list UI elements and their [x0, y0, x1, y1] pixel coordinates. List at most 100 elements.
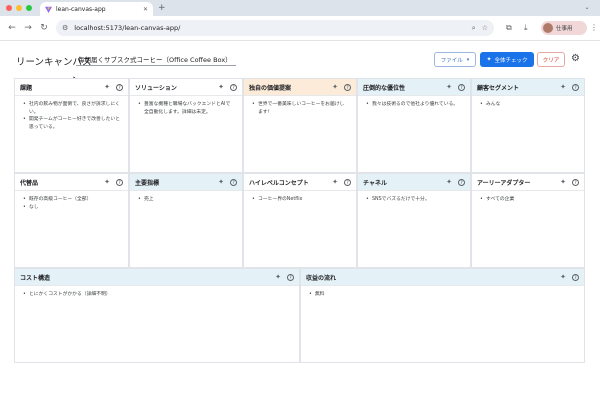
- cell-solution[interactable]: ソリューション ✦ ? 豊富な機種と職場なバックエンドとAIで全自動化します。詳…: [129, 78, 243, 173]
- cell-title: 代替品: [20, 179, 39, 187]
- list-item[interactable]: 社内の飲み物が面倒で、良さが訴求しにくい。: [23, 101, 120, 116]
- sparkle-icon[interactable]: ✦: [332, 178, 338, 186]
- url-text[interactable]: localhost:5173/lean-canvas-app/: [74, 24, 466, 32]
- reload-icon[interactable]: ↻: [38, 22, 50, 34]
- cell-early-adopters[interactable]: アーリーアダプター ✦ ? すべての企業: [471, 173, 585, 268]
- chevron-down-icon[interactable]: ⌄: [582, 3, 592, 13]
- close-tab-icon[interactable]: ✕: [143, 6, 148, 13]
- list-item[interactable]: 世界で一番美味しいコーヒーをお届けします！: [252, 101, 348, 116]
- help-icon[interactable]: ?: [572, 178, 579, 186]
- list-item[interactable]: コーヒー界のNetflix: [252, 196, 348, 204]
- list-item[interactable]: 既存の高級コーヒー（全部）: [23, 196, 120, 204]
- overall-check-button[interactable]: ✦ 全体チェック: [480, 52, 534, 67]
- list-item[interactable]: 売上: [138, 196, 234, 204]
- sparkle-icon[interactable]: ✦: [104, 178, 110, 186]
- cell-problem[interactable]: 課題 ✦ ? 社内の飲み物が面倒で、良さが訴求しにくい。 開発チームがコーヒー好…: [14, 78, 129, 173]
- site-info-icon[interactable]: ⚙: [62, 24, 68, 32]
- list-item[interactable]: 開発チームがコーヒー好きで改善したいと思っている。: [23, 116, 120, 131]
- cell-unique-value-proposition[interactable]: 独自の価値提案 ✦ ? 世界で一番美味しいコーヒーをお届けします！: [243, 78, 357, 173]
- cell-high-level-concept[interactable]: ハイレベルコンセプト ✦ ? コーヒー界のNetflix: [243, 173, 357, 268]
- help-icon[interactable]: ?: [287, 273, 294, 281]
- product-name-input[interactable]: [76, 52, 236, 66]
- gear-icon[interactable]: ⚙: [571, 53, 580, 65]
- file-button-label: ファイル: [440, 57, 463, 64]
- list-item[interactable]: みんな: [480, 101, 576, 109]
- cell-header: 主要指標 ✦ ?: [130, 174, 242, 191]
- help-icon[interactable]: ?: [344, 178, 351, 186]
- zoom-icon[interactable]: ⌕: [472, 24, 476, 33]
- list-item[interactable]: 豊富な機種と職場なバックエンドとAIで全自動化します。詳細は未定。: [138, 101, 234, 116]
- sparkle-icon[interactable]: ✦: [104, 83, 110, 91]
- back-icon[interactable]: ←: [6, 22, 18, 34]
- cell-channels[interactable]: チャネル ✦ ? SNSでバズるだけで十分。: [357, 173, 471, 268]
- sparkle-icon[interactable]: ✦: [560, 178, 566, 186]
- cell-cost-structure[interactable]: コスト構造 ✦ ? とにかくコストがかかる（詳細不明）: [14, 268, 300, 363]
- check-button-label: 全体チェック: [494, 57, 528, 64]
- new-tab-button[interactable]: +: [158, 2, 166, 14]
- window-controls: [6, 5, 32, 11]
- help-icon[interactable]: ?: [458, 83, 465, 91]
- help-icon[interactable]: ?: [230, 83, 237, 91]
- cell-header: 顧客セグメント ✦ ?: [472, 79, 584, 96]
- list-item[interactable]: とにかくコストがかかる（詳細不明）: [23, 291, 291, 299]
- cell-header: 代替品 ✦ ?: [15, 174, 128, 191]
- tab-title: lean-canvas-app: [56, 5, 106, 13]
- list-item[interactable]: なし: [23, 204, 120, 212]
- close-window-button[interactable]: [6, 5, 12, 11]
- sparkle-icon[interactable]: ✦: [446, 178, 452, 186]
- help-icon[interactable]: ?: [230, 178, 237, 186]
- cell-unfair-advantage[interactable]: 圧倒的な優位性 ✦ ? 我々は技術るので他社より優れている。: [357, 78, 471, 173]
- cell-title: 課題: [20, 84, 33, 92]
- extensions-icon[interactable]: ⧉: [506, 22, 512, 34]
- help-icon[interactable]: ?: [458, 178, 465, 186]
- help-icon[interactable]: ?: [116, 178, 123, 186]
- sparkle-icon[interactable]: ✦: [446, 83, 452, 91]
- maximize-window-button[interactable]: [26, 5, 32, 11]
- cell-title: ハイレベルコンセプト: [249, 179, 309, 187]
- cell-header: ハイレベルコンセプト ✦ ?: [244, 174, 356, 191]
- cell-header: 収益の流れ ✦ ?: [301, 269, 584, 286]
- cell-revenue-streams[interactable]: 収益の流れ ✦ ? 無料: [300, 268, 585, 363]
- file-menu-button[interactable]: ファイル ▾: [434, 52, 476, 67]
- cell-title: 主要指標: [135, 179, 160, 187]
- browser-tab[interactable]: lean-canvas-app ✕: [40, 2, 153, 16]
- cell-title: 顧客セグメント: [477, 84, 520, 92]
- browser-tabbar: lean-canvas-app ✕ + ⌄: [0, 0, 600, 16]
- cell-header: コスト構造 ✦ ?: [15, 269, 299, 286]
- sparkle-icon[interactable]: ✦: [218, 83, 224, 91]
- address-bar[interactable]: ⚙ localhost:5173/lean-canvas-app/ ⌕ ☆: [56, 20, 494, 36]
- list-item[interactable]: 無料: [309, 291, 576, 299]
- avatar: [543, 23, 553, 33]
- browser-menu-icon[interactable]: ⋮: [590, 22, 598, 34]
- cell-title: 独自の価値提案: [249, 84, 292, 92]
- sparkle-icon[interactable]: ✦: [218, 178, 224, 186]
- cell-header: チャネル ✦ ?: [358, 174, 470, 191]
- list-item[interactable]: 我々は技術るので他社より優れている。: [366, 101, 462, 109]
- list-item[interactable]: すべての企業: [480, 196, 576, 204]
- clear-button[interactable]: クリア: [537, 52, 565, 67]
- cell-title: ソリューション: [135, 84, 177, 92]
- help-icon[interactable]: ?: [344, 83, 351, 91]
- vite-icon: [45, 6, 52, 13]
- profile-button[interactable]: 仕事用: [541, 21, 587, 35]
- cell-header: ソリューション ✦ ?: [130, 79, 242, 96]
- help-icon[interactable]: ?: [572, 83, 579, 91]
- cell-title: チャネル: [363, 179, 387, 187]
- help-icon[interactable]: ?: [116, 83, 123, 91]
- cell-key-metrics[interactable]: 主要指標 ✦ ? 売上: [129, 173, 243, 268]
- sparkle-icon[interactable]: ✦: [275, 273, 281, 281]
- cell-alternatives[interactable]: 代替品 ✦ ? 既存の高級コーヒー（全部） なし: [14, 173, 129, 268]
- help-icon[interactable]: ?: [572, 273, 579, 281]
- cell-header: 独自の価値提案 ✦ ?: [244, 79, 356, 96]
- cell-title: コスト構造: [20, 274, 51, 282]
- download-icon[interactable]: ⤓: [524, 22, 528, 34]
- list-item[interactable]: SNSでバズるだけで十分。: [366, 196, 462, 204]
- forward-icon[interactable]: →: [22, 22, 34, 34]
- cell-customer-segments[interactable]: 顧客セグメント ✦ ? みんな: [471, 78, 585, 173]
- cell-title: 圧倒的な優位性: [363, 84, 406, 92]
- minimize-window-button[interactable]: [16, 5, 22, 11]
- sparkle-icon[interactable]: ✦: [560, 83, 566, 91]
- sparkle-icon[interactable]: ✦: [332, 83, 338, 91]
- sparkle-icon[interactable]: ✦: [560, 273, 566, 281]
- bookmark-star-icon[interactable]: ☆: [482, 24, 488, 32]
